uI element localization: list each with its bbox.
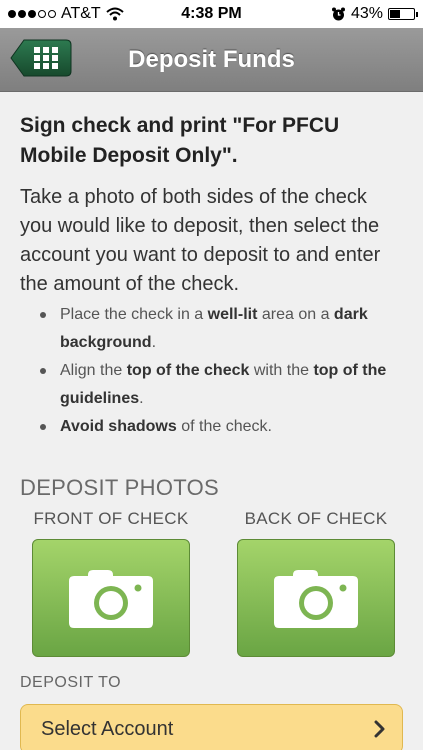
front-photo-column: FRONT OF CHECK xyxy=(28,509,194,657)
battery-level xyxy=(390,10,400,18)
status-right: 43% xyxy=(331,5,418,23)
chevron-right-icon xyxy=(374,720,385,738)
signal-strength-icon xyxy=(8,10,56,18)
alarm-clock-icon xyxy=(331,7,345,20)
tip-emphasis: well-lit xyxy=(207,306,258,323)
front-check-camera-button[interactable] xyxy=(32,539,190,657)
back-check-camera-button[interactable] xyxy=(237,539,395,657)
menu-button[interactable] xyxy=(10,39,72,77)
tip-text: . xyxy=(151,334,157,351)
page-title: Deposit Funds xyxy=(128,45,295,73)
carrier-name: AT&T xyxy=(61,5,101,22)
tip-text: of the check. xyxy=(176,418,272,435)
grid-menu-icon xyxy=(34,47,58,69)
signal-dot xyxy=(18,10,26,18)
instruction-body: Take a photo of both sides of the check … xyxy=(20,186,381,295)
nav-bar: Deposit Funds xyxy=(0,28,423,92)
camera-icon xyxy=(274,570,358,628)
battery-percent: 43% xyxy=(350,5,383,22)
status-left: AT&T xyxy=(8,5,124,23)
select-account-text: Select Account xyxy=(41,717,174,740)
tip-text: Align the xyxy=(60,362,127,379)
tip-text: Place the check in a xyxy=(60,306,208,323)
deposit-to-label: DEPOSIT TO xyxy=(20,674,122,691)
tips-list: Place the check in a well-lit area on a … xyxy=(20,301,403,441)
back-of-check-label: BACK OF CHECK xyxy=(244,509,388,528)
camera-icon xyxy=(69,570,153,628)
tip-item: Align the top of the check with the top … xyxy=(40,357,403,413)
deposit-content: Sign check and print "For PFCU Mobile De… xyxy=(0,92,423,750)
back-photo-column: BACK OF CHECK xyxy=(233,509,399,657)
battery-icon xyxy=(388,8,418,20)
select-account-dropdown[interactable]: Select Account xyxy=(20,704,403,750)
signal-dot xyxy=(38,10,46,18)
signal-dot xyxy=(28,10,36,18)
tip-text: with the xyxy=(249,362,314,379)
photos-row: FRONT OF CHECK BACK OF CHECK xyxy=(20,509,403,657)
instruction-title: Sign check and print "For PFCU Mobile De… xyxy=(20,114,340,167)
tip-text: . xyxy=(139,390,144,407)
status-bar: AT&T 4:38 PM 43% xyxy=(0,0,423,28)
tip-emphasis: Avoid shadows xyxy=(60,418,177,435)
wifi-icon xyxy=(106,7,124,21)
tip-text: area on a xyxy=(257,306,334,323)
tip-item: Place the check in a well-lit area on a … xyxy=(40,301,403,357)
front-of-check-label: FRONT OF CHECK xyxy=(33,509,189,528)
tip-emphasis: top of the check xyxy=(126,362,250,379)
signal-dot xyxy=(8,10,16,18)
deposit-photos-title: DEPOSIT PHOTOS xyxy=(20,475,219,500)
tip-item: Avoid shadows of the check. xyxy=(40,413,403,441)
signal-dot xyxy=(48,10,56,18)
